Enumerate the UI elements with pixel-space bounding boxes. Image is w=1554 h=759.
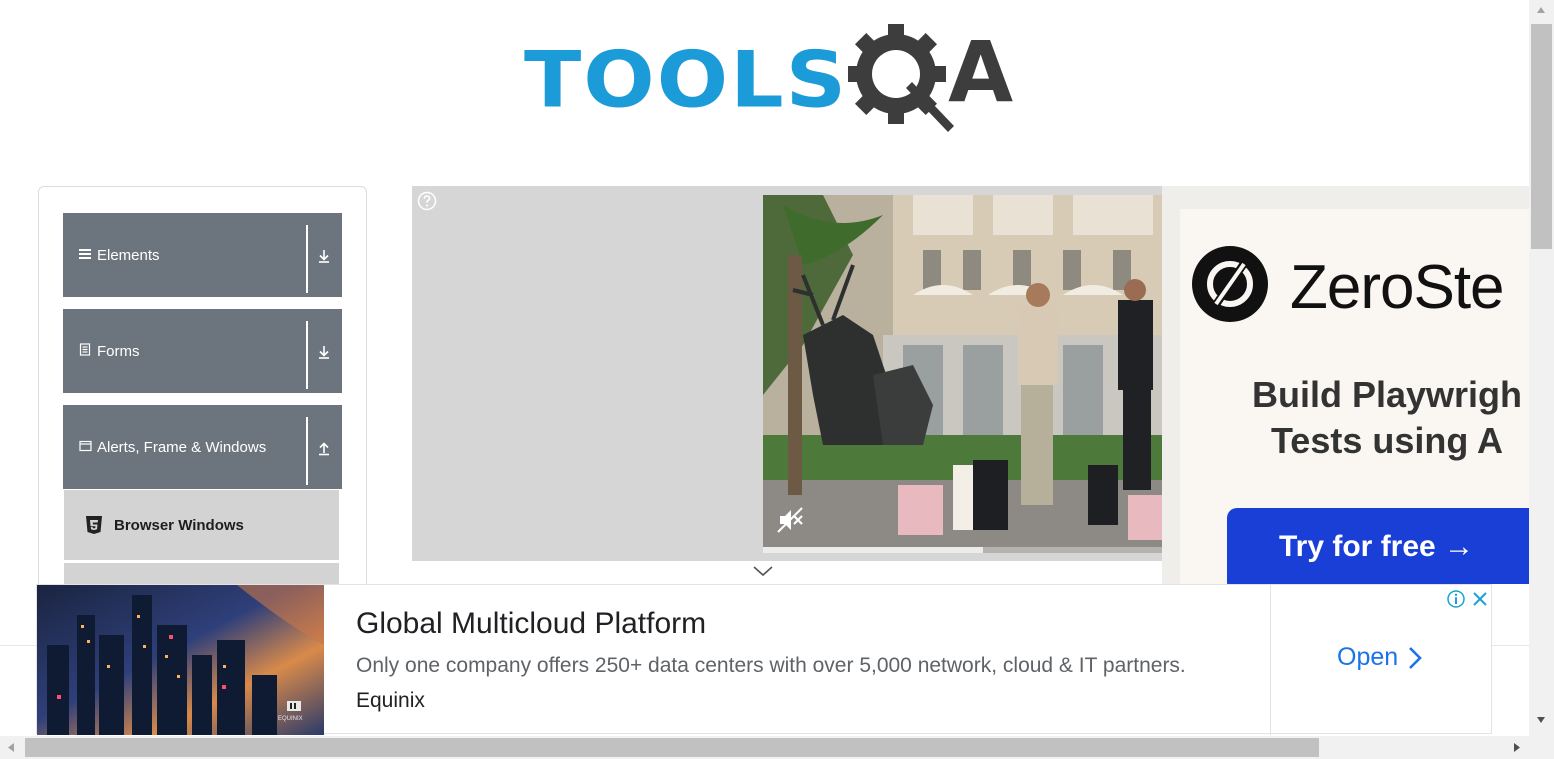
sidebar-group-label: Elements	[97, 246, 160, 264]
horizontal-scrollbar[interactable]	[0, 736, 1554, 759]
chevron-right-icon	[1409, 646, 1423, 669]
logo-tools-text: TOOLS	[524, 34, 849, 125]
window-icon	[75, 439, 95, 455]
muted-speaker-icon[interactable]	[775, 505, 805, 535]
scroll-up-arrow-icon[interactable]	[1536, 6, 1546, 14]
video-progress-bar[interactable]	[763, 547, 1163, 553]
ad-advertiser: Equinix	[356, 689, 425, 712]
video-ad[interactable]	[412, 186, 1163, 561]
open-button[interactable]: Open	[1337, 643, 1423, 672]
sidebar-item-browser-windows[interactable]: Browser Windows	[64, 490, 339, 560]
gear-icon	[848, 24, 955, 132]
html5-icon	[86, 516, 102, 534]
sidebar-group-alerts-frame-windows[interactable]: Alerts, Frame & Windows	[63, 405, 342, 489]
zerostep-headline-line2: Tests using A	[1270, 420, 1504, 462]
zerostep-headline-line1: Build Playwrigh	[1251, 374, 1523, 415]
zerostep-brand: ZeroSte	[1290, 253, 1505, 322]
sidebar-item-label: Browser Windows	[114, 516, 244, 534]
city-aerial-image[interactable]: EQUINIX	[37, 585, 324, 735]
ad-description: Only one company offers 250+ data center…	[356, 654, 1186, 677]
video-player[interactable]	[763, 195, 1163, 553]
chevron-down-icon[interactable]	[752, 564, 774, 578]
video-scene	[763, 195, 1163, 553]
open-label: Open	[1337, 643, 1399, 671]
scroll-down-arrow-icon[interactable]	[1536, 716, 1546, 724]
separator	[306, 225, 308, 293]
close-icon[interactable]	[1469, 588, 1491, 610]
logo-qa-mark: A	[848, 22, 1014, 137]
equinix-logo-icon	[287, 701, 301, 711]
sidebar-menu: Elements Forms Alerts, Frame & Windows B…	[38, 186, 367, 626]
sidebar-group-label: Forms	[97, 342, 140, 360]
video-progress-fill	[763, 547, 983, 553]
separator	[306, 417, 308, 485]
ad-info-icon[interactable]	[1445, 588, 1467, 610]
scroll-right-arrow-icon[interactable]	[1513, 742, 1521, 753]
equinix-caption: EQUINIX	[278, 716, 303, 722]
separator	[306, 321, 308, 389]
try-for-free-button[interactable]: Try for free →	[1227, 508, 1529, 584]
scroll-left-arrow-icon[interactable]	[7, 742, 15, 753]
download-arrow-icon[interactable]	[316, 248, 332, 264]
hamburger-icon	[75, 247, 95, 263]
sidebar-group-forms[interactable]: Forms	[63, 309, 342, 393]
equinix-banner-ad[interactable]: EQUINIX Global Multicloud Platform Only …	[36, 584, 1492, 735]
upload-arrow-icon[interactable]	[316, 440, 332, 456]
download-arrow-icon[interactable]	[316, 344, 332, 360]
logo-a-text: A	[948, 23, 1014, 121]
separator	[1270, 585, 1271, 735]
page: TOOLS A Elements Forms Alerts, Frame & W…	[0, 0, 1554, 759]
zerostep-ad[interactable]: ZeroSte Build Playwrigh Tests using A Tr…	[1162, 186, 1529, 584]
document-icon	[75, 343, 95, 359]
question-icon[interactable]	[417, 191, 437, 211]
sidebar-group-elements[interactable]: Elements	[63, 213, 342, 297]
zerostep-headline: Build Playwrigh Tests using A	[1222, 372, 1529, 464]
vertical-scrollbar[interactable]	[1529, 0, 1554, 736]
sidebar-group-label: Alerts, Frame & Windows	[97, 438, 267, 456]
horizontal-scrollbar-thumb[interactable]	[25, 738, 1319, 757]
zerostep-logo-icon	[1192, 246, 1268, 322]
toolsqa-logo[interactable]: TOOLS A	[524, 22, 1014, 137]
ad-title[interactable]: Global Multicloud Platform	[356, 607, 706, 641]
vertical-scrollbar-thumb[interactable]	[1531, 24, 1552, 249]
